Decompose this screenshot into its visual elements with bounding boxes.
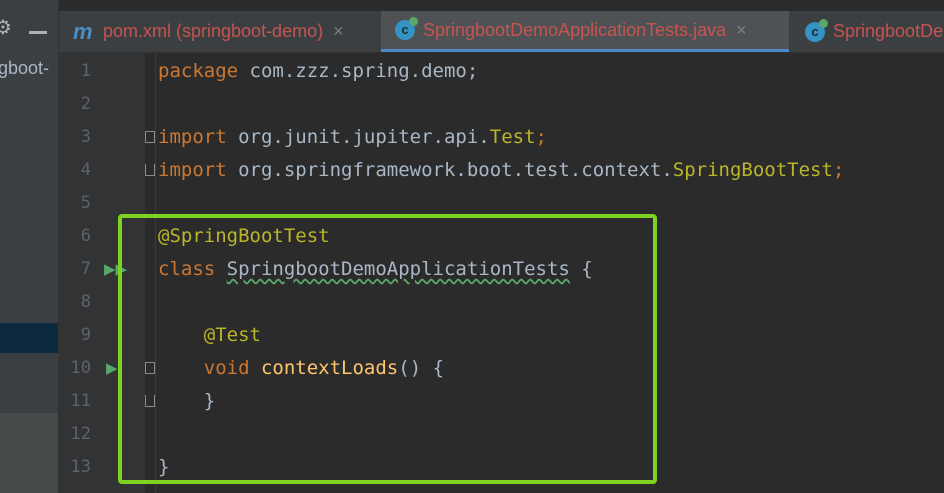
code-text: @SpringBootTest xyxy=(158,220,330,253)
code-line[interactable]: 1 package com.zzz.spring.demo; xyxy=(59,55,944,88)
import-package: org.junit.jupiter.api. xyxy=(226,126,490,148)
code-line[interactable]: 11 } xyxy=(59,385,944,418)
class-c-icon: c xyxy=(805,18,828,42)
code-line[interactable]: 10 ▶ void contextLoads() { xyxy=(59,352,944,385)
tab-label: SpringbootDemoApplicationTests.java xyxy=(423,19,727,40)
maven-m-icon: m xyxy=(73,18,93,44)
keyword: class xyxy=(158,258,216,280)
run-all-tests-icon[interactable]: ▶▶ xyxy=(104,262,127,277)
code-text: } xyxy=(158,456,170,478)
code-line[interactable]: 9 @Test xyxy=(59,319,944,352)
code-text: package com.zzz.spring.demo; xyxy=(158,55,478,88)
line-number: 5 xyxy=(80,193,91,213)
tab-springboot-demo-application[interactable]: c SpringbootDe xyxy=(791,11,944,52)
project-toolbar: ⚙ xyxy=(0,0,58,52)
project-root-label[interactable]: gboot- xyxy=(0,58,49,79)
line-number: 10 xyxy=(70,358,91,378)
line-number: 3 xyxy=(80,127,91,147)
method-name: contextLoads xyxy=(260,357,399,379)
code-line[interactable]: 12 xyxy=(59,418,944,451)
code-text: } xyxy=(158,390,216,412)
open-brace: { xyxy=(569,258,593,280)
run-test-icon[interactable]: ▶ xyxy=(106,361,118,376)
code-line[interactable]: 2 xyxy=(59,88,944,121)
semicolon: ; xyxy=(832,159,845,181)
code-line[interactable]: 6 @SpringBootTest xyxy=(59,220,944,253)
tab-springboot-demo-application-tests[interactable]: c SpringbootDemoApplicationTests.java × xyxy=(381,11,789,52)
annotation: @SpringBootTest xyxy=(158,225,330,247)
line-number: 2 xyxy=(80,94,91,114)
code-line[interactable]: 4 import org.springframework.boot.test.c… xyxy=(59,154,944,187)
code-text: @Test xyxy=(158,319,261,352)
line-number: 7 xyxy=(80,259,91,279)
code-text: void contextLoads() { xyxy=(158,352,444,385)
fold-end-icon[interactable] xyxy=(145,395,155,407)
code-line[interactable]: 7 ▶▶ class SpringbootDemoApplicationTest… xyxy=(59,253,944,286)
tab-label: pom.xml (springboot-demo) xyxy=(103,21,324,41)
close-icon[interactable]: × xyxy=(333,21,344,42)
import-class: SpringBootTest xyxy=(672,159,833,181)
fold-end-icon[interactable] xyxy=(145,164,155,176)
code-text: import org.springframework.boot.test.con… xyxy=(158,154,844,187)
tab-label: SpringbootDe xyxy=(833,21,944,41)
code-line[interactable]: 13 } xyxy=(59,451,944,484)
line-number: 1 xyxy=(80,61,91,81)
editor-tab-bar: m pom.xml (springboot-demo) × c Springbo… xyxy=(59,11,944,53)
line-number: 13 xyxy=(70,457,91,477)
fold-icon[interactable] xyxy=(145,131,155,143)
semicolon: ; xyxy=(535,126,547,148)
minimize-icon[interactable] xyxy=(29,31,47,34)
code-text: class SpringbootDemoApplicationTests { xyxy=(158,253,593,286)
class-name: SpringbootDemoApplicationTests xyxy=(226,258,570,280)
keyword: void xyxy=(158,357,250,379)
line-number: 4 xyxy=(80,160,91,180)
project-panel: ⚙ gboot- xyxy=(0,0,59,493)
project-panel-lower-area xyxy=(0,413,58,493)
keyword: import xyxy=(158,159,227,181)
project-tree-selected-row[interactable] xyxy=(0,323,58,353)
keyword: import xyxy=(158,126,227,148)
method-params: () { xyxy=(398,357,445,379)
class-c-icon: c xyxy=(395,17,418,40)
line-number: 6 xyxy=(80,226,91,246)
code-line[interactable]: 5 xyxy=(59,187,944,220)
code-text: import org.junit.jupiter.api.Test; xyxy=(158,121,547,154)
line-number: 9 xyxy=(80,325,91,345)
close-icon[interactable]: × xyxy=(736,20,747,41)
annotation: @Test xyxy=(158,324,261,346)
gear-icon[interactable]: ⚙ xyxy=(0,17,12,37)
import-class: Test xyxy=(489,126,536,148)
code-line[interactable]: 3 import org.junit.jupiter.api.Test; xyxy=(59,121,944,154)
import-package: org.springframework.boot.test.context. xyxy=(226,159,673,181)
line-number: 8 xyxy=(80,292,91,312)
keyword: package xyxy=(158,60,239,82)
line-number: 12 xyxy=(70,424,91,444)
tab-pom-xml[interactable]: m pom.xml (springboot-demo) × xyxy=(59,11,381,52)
fold-icon[interactable] xyxy=(145,362,155,374)
code-line[interactable]: 8 xyxy=(59,286,944,319)
package-name: com.zzz.spring.demo; xyxy=(238,60,479,82)
ide-window: ⚙ gboot- m pom.xml (springboot-demo) × c… xyxy=(0,0,944,493)
line-number: 11 xyxy=(70,391,91,411)
